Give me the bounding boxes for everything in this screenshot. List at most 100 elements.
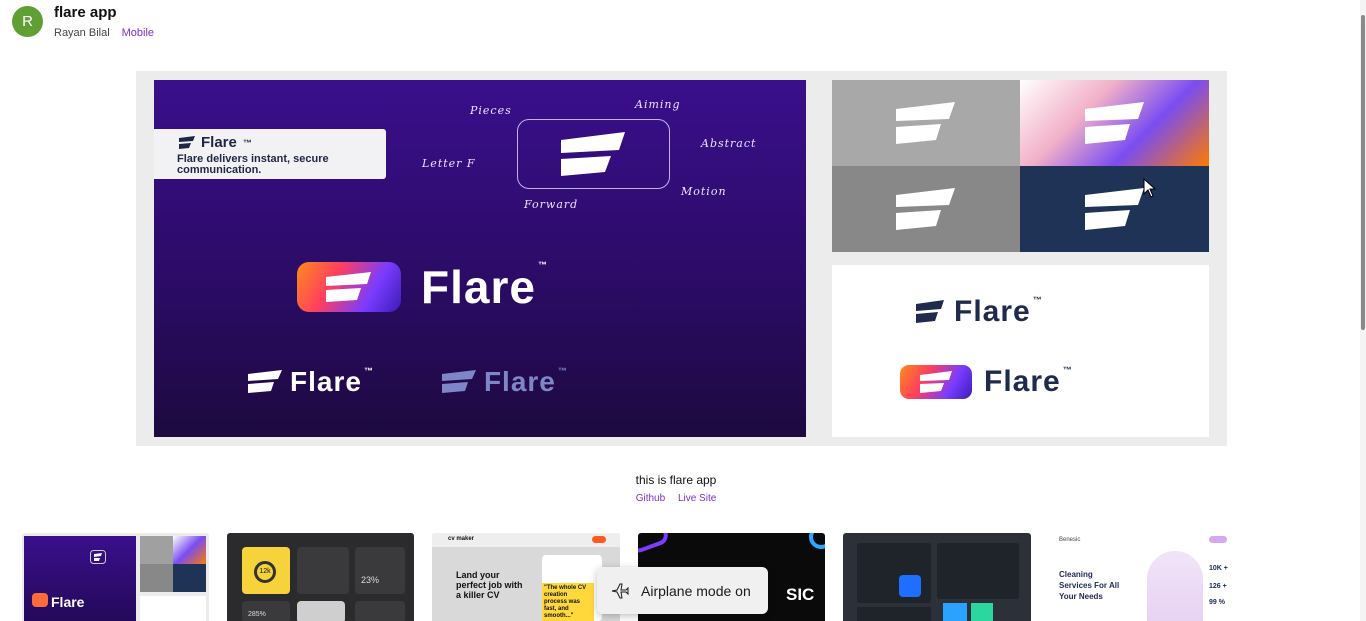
muted-wordmark-text: Flare: [483, 366, 556, 397]
project-links: Github Live Site: [0, 493, 1352, 504]
flare-mark-icon: Flare: [32, 593, 85, 610]
showcase-image[interactable]: Flare ™ Flare delivers instant, secure co…: [136, 71, 1227, 446]
thumb-tile-blue: [943, 603, 967, 621]
white-logo: Flare ™: [246, 366, 374, 398]
thumb-dark-panel-right: [937, 543, 1019, 599]
logo-variants-grid: [832, 80, 1209, 252]
thumbnail-dark-ui[interactable]: [843, 533, 1031, 621]
thumb-clean-stat3: 99 %: [1209, 599, 1225, 606]
variant-dark-gray: [832, 166, 1020, 252]
muted-logo: Flare ™: [440, 366, 568, 398]
flare-mark-icon: [920, 371, 952, 393]
project-meta: Rayan Bilal Mobile: [54, 27, 154, 39]
flare-mark-icon: [326, 272, 371, 302]
author-name[interactable]: Rayan Bilal: [54, 27, 110, 39]
thumb-cv-nav: cv maker: [432, 533, 620, 547]
thumb-blue-badge: [899, 575, 921, 597]
thumb-stat-card: 23%: [355, 547, 405, 594]
airplane-mode-toast: Airplane mode on: [597, 567, 768, 614]
page: R flare app Rayan Bilal Mobile Flare ™ Fl…: [0, 0, 1366, 621]
keyword-forward: Forward: [524, 198, 579, 211]
navy-wordmark-2: Flare ™: [984, 365, 1073, 399]
app-icon: [900, 365, 972, 399]
white-wordmark-tm: ™: [363, 366, 374, 376]
navy-wordmark-tm: ™: [1032, 295, 1043, 305]
thumbnail-cleaning[interactable]: Benesic Cleaning Services For All Your N…: [1049, 533, 1237, 621]
thumb-cv-brand: cv maker: [448, 536, 475, 542]
thumb-clean-stat2: 126 +: [1209, 583, 1227, 590]
thumb-clean-photo: [1147, 551, 1203, 621]
keyword-abstract: Abstract: [701, 137, 757, 150]
hero-card-tagline: Flare delivers instant, secure communica…: [177, 153, 329, 176]
project-title: flare app: [54, 4, 117, 21]
project-header: R flare app Rayan Bilal Mobile: [12, 5, 154, 39]
flare-mark-icon: [1084, 102, 1144, 144]
keyword-motion: Motion: [681, 185, 727, 198]
variant-light-gray: [832, 80, 1020, 166]
scrollbar-thumb[interactable]: [1361, 15, 1365, 330]
navy-wordmark: Flare ™: [954, 295, 1043, 329]
mouse-cursor-icon: [1143, 178, 1157, 198]
thumbnail-cv-maker[interactable]: cv maker Land your perfect job with a ki…: [432, 533, 620, 621]
flare-mark-icon: [896, 188, 955, 230]
flare-mark-icon: [179, 135, 195, 149]
thumb-cv-quote: "The whole CV creation process was fast,…: [542, 583, 594, 621]
white-wordmark-text: Flare: [290, 366, 362, 397]
flare-mark-icon: [441, 370, 476, 393]
primary-logo-lockup: Flare ™: [297, 260, 548, 314]
keyword-letter-f: Letter F: [422, 157, 476, 170]
primary-wordmark-tm: ™: [537, 260, 548, 270]
svg-text:Flare: Flare: [51, 594, 85, 610]
thumb-list-card: [355, 601, 405, 621]
hero-card-tm: ™: [242, 137, 252, 148]
thumb-clean-stat1: 10K +: [1209, 565, 1228, 572]
thumb-gauge: 12k: [254, 561, 276, 583]
flare-mark-icon: [560, 132, 625, 176]
hero-card-brand: Flare ™: [177, 134, 386, 151]
navy-wordmark-2-tm: ™: [1062, 365, 1073, 375]
thumb-dark-card: [297, 547, 349, 594]
navy-logo: Flare ™: [914, 295, 1043, 329]
airplane-icon: [611, 583, 629, 598]
page-scrollbar[interactable]: [1360, 0, 1366, 621]
hero-card-brand-text: Flare: [201, 134, 237, 151]
flare-mark-icon: [90, 550, 106, 564]
category-link[interactable]: Mobile: [122, 27, 154, 39]
thumbnail-flare[interactable]: Flare: [22, 533, 209, 621]
keyword-aiming: Aiming: [635, 98, 681, 111]
thumb-music-circle: [809, 533, 825, 549]
navy-wordmark-2-text: Flare: [984, 365, 1061, 398]
thumb-flare-white: [140, 596, 206, 621]
white-logo-panel: Flare ™ Flare ™: [832, 265, 1209, 437]
flare-mark-icon: [248, 370, 282, 393]
avatar[interactable]: R: [12, 6, 43, 37]
thumbnail-dashboard[interactable]: 12k 23% 285%: [227, 533, 414, 621]
variant-navy: [1020, 166, 1209, 252]
flare-mark-icon: [896, 102, 955, 144]
thumb-yellow-card: 12k: [242, 547, 290, 594]
thumb-tile-green: [971, 603, 993, 621]
hero-brand-card: Flare ™ Flare delivers instant, secure co…: [154, 129, 386, 179]
keyword-pieces: Pieces: [470, 104, 512, 117]
thumb-cv-headline: Land your perfect job with a killer CV: [456, 570, 523, 600]
muted-wordmark: Flare ™: [484, 366, 568, 398]
thumb-clean-cta: [1209, 536, 1227, 543]
navy-wordmark-text: Flare: [954, 295, 1031, 328]
thumb-clean-headline: Cleaning Services For All Your Needs: [1059, 570, 1120, 601]
thumb-music-ring: [638, 533, 671, 556]
thumb-small-card: 285%: [242, 601, 290, 621]
live-site-link[interactable]: Live Site: [678, 493, 716, 504]
thumb-dark-panel-bottom: [857, 607, 931, 621]
github-link[interactable]: Github: [636, 493, 665, 504]
thumb-clean-brand: Benesic: [1059, 537, 1081, 543]
white-wordmark: Flare ™: [290, 366, 374, 398]
thumb-flare-grid: [140, 536, 206, 592]
thumb-photo-card: [297, 601, 345, 621]
flare-mark-icon: [916, 300, 944, 323]
variant-gradient: [1020, 80, 1209, 166]
flare-mark-icon: [1084, 188, 1144, 230]
project-description: this is flare app: [635, 473, 717, 487]
primary-wordmark: Flare ™: [421, 260, 548, 314]
toast-text: Airplane mode on: [641, 582, 751, 599]
thumb-cv-cta: [592, 536, 606, 543]
